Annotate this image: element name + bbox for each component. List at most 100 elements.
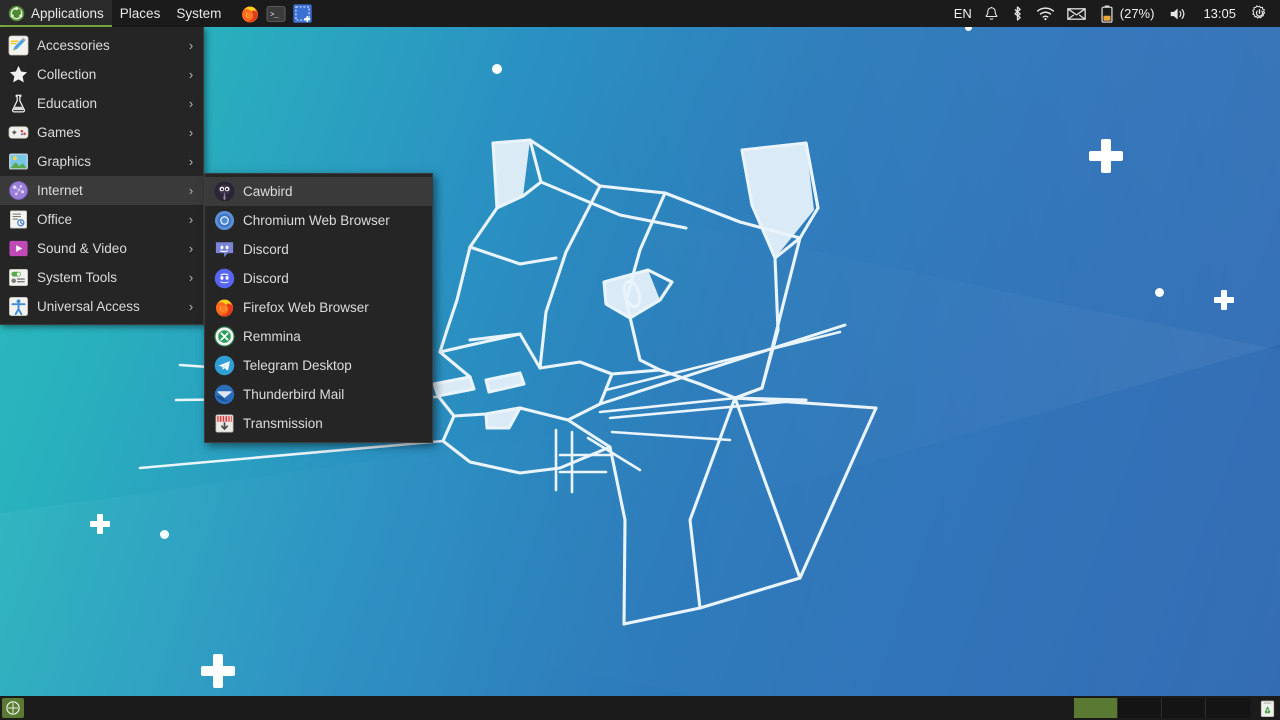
battery-percent-label: (27%) xyxy=(1119,6,1155,21)
universal-access-icon xyxy=(7,296,29,318)
terminal-launcher[interactable]: >_ xyxy=(263,0,289,27)
submenu-item-cawbird[interactable]: Cawbird xyxy=(205,177,432,206)
transmission-icon xyxy=(213,413,235,435)
menu-item-label: Education xyxy=(37,96,98,111)
volume-indicator[interactable] xyxy=(1163,0,1194,27)
telegram-icon xyxy=(213,355,235,377)
internet-globe-icon xyxy=(7,180,29,202)
battery-icon xyxy=(1101,5,1113,23)
workspace-3[interactable] xyxy=(1162,698,1206,718)
internet-submenu-panel: Cawbird Chromium Web Browser Discord Dis… xyxy=(204,173,433,443)
menu-item-games[interactable]: Games › xyxy=(0,118,203,147)
network-indicator[interactable] xyxy=(1030,0,1061,27)
collection-star-icon xyxy=(7,64,29,86)
system-menu-label: System xyxy=(176,6,222,21)
speaker-icon xyxy=(1169,6,1188,22)
trash-applet[interactable] xyxy=(1254,699,1280,718)
chevron-right-icon: › xyxy=(188,125,194,140)
applications-menu-label: Applications xyxy=(31,6,104,21)
chevron-right-icon: › xyxy=(188,212,194,227)
applications-menu-button[interactable]: Applications xyxy=(0,0,112,27)
menu-item-label: Sound & Video xyxy=(37,241,127,256)
submenu-item-label: Remmina xyxy=(243,329,301,344)
workspace-1[interactable] xyxy=(1074,698,1118,718)
submenu-item-transmission[interactable]: Transmission xyxy=(205,409,432,438)
thunderbird-icon xyxy=(213,384,235,406)
show-desktop-button[interactable] xyxy=(2,698,24,718)
discord-circle-icon xyxy=(213,268,235,290)
submenu-item-discord-square[interactable]: Discord xyxy=(205,235,432,264)
menu-item-universal-access[interactable]: Universal Access › xyxy=(0,292,203,321)
menu-item-collection[interactable]: Collection › xyxy=(0,60,203,89)
menu-item-internet[interactable]: Internet › xyxy=(0,176,203,205)
submenu-item-label: Cawbird xyxy=(243,184,293,199)
submenu-item-thunderbird-mail[interactable]: Thunderbird Mail xyxy=(205,380,432,409)
wallpaper-plus xyxy=(90,514,110,534)
notification-indicator[interactable] xyxy=(978,0,1005,27)
wallpaper-dot xyxy=(492,64,502,74)
window-list[interactable] xyxy=(24,696,1074,720)
chevron-right-icon: › xyxy=(188,183,194,198)
chevron-right-icon: › xyxy=(188,270,194,285)
menu-item-sound-and-video[interactable]: Sound & Video › xyxy=(0,234,203,263)
workspace-4[interactable] xyxy=(1206,698,1250,718)
cawbird-icon xyxy=(213,181,235,203)
clock-indicator[interactable]: 13:05 xyxy=(1194,0,1245,27)
bluetooth-indicator[interactable] xyxy=(1005,0,1030,27)
sound-video-play-icon xyxy=(7,238,29,260)
wallpaper-plus xyxy=(201,654,235,688)
menu-item-accessories[interactable]: Accessories › xyxy=(0,31,203,60)
system-tools-icon xyxy=(7,267,29,289)
menu-item-office[interactable]: Office › xyxy=(0,205,203,234)
menu-item-label: Universal Access xyxy=(37,299,140,314)
discord-square-icon xyxy=(213,239,235,261)
show-desktop-icon xyxy=(6,701,20,715)
firefox-launcher[interactable] xyxy=(237,0,263,27)
workspace-2[interactable] xyxy=(1118,698,1162,718)
keyboard-layout-label: EN xyxy=(953,6,972,21)
wifi-icon xyxy=(1036,6,1055,21)
workspace-switcher[interactable] xyxy=(1074,698,1250,718)
clock-label: 13:05 xyxy=(1203,6,1236,21)
wallpaper-plus xyxy=(1089,139,1123,173)
battery-indicator[interactable]: (27%) xyxy=(1092,0,1164,27)
wallpaper-dot xyxy=(160,530,169,539)
keyboard-layout-indicator[interactable]: EN xyxy=(948,0,978,27)
chevron-right-icon: › xyxy=(188,67,194,82)
screenshot-launcher[interactable] xyxy=(289,0,315,27)
submenu-item-label: Thunderbird Mail xyxy=(243,387,345,402)
menu-item-label: Internet xyxy=(37,183,83,198)
places-menu-button[interactable]: Places xyxy=(112,0,169,27)
ubuntu-mate-logo-icon xyxy=(8,5,25,22)
screenshot-selection-icon xyxy=(292,3,313,24)
submenu-item-label: Transmission xyxy=(243,416,323,431)
submenu-item-label: Discord xyxy=(243,271,289,286)
menu-item-label: Office xyxy=(37,212,73,227)
firefox-icon xyxy=(213,297,235,319)
menu-item-system-tools[interactable]: System Tools › xyxy=(0,263,203,292)
submenu-item-label: Discord xyxy=(243,242,289,257)
svg-text:>_: >_ xyxy=(271,11,280,19)
submenu-item-chromium-web-browser[interactable]: Chromium Web Browser xyxy=(205,206,432,235)
chromium-icon xyxy=(213,210,235,232)
power-gear-icon xyxy=(1251,5,1268,22)
menu-item-label: Collection xyxy=(37,67,97,82)
menu-item-label: Graphics xyxy=(37,154,92,169)
graphics-image-icon xyxy=(7,151,29,173)
menu-item-graphics[interactable]: Graphics › xyxy=(0,147,203,176)
submenu-item-telegram-desktop[interactable]: Telegram Desktop xyxy=(205,351,432,380)
bluetooth-icon xyxy=(1011,5,1024,22)
firefox-icon xyxy=(240,4,260,24)
terminal-icon: >_ xyxy=(266,5,286,23)
session-indicator[interactable] xyxy=(1245,0,1274,27)
office-document-icon xyxy=(7,209,29,231)
submenu-item-discord-circle[interactable]: Discord xyxy=(205,264,432,293)
mail-indicator[interactable] xyxy=(1061,0,1092,27)
submenu-item-firefox-web-browser[interactable]: Firefox Web Browser xyxy=(205,293,432,322)
menu-item-education[interactable]: Education › xyxy=(0,89,203,118)
system-menu-button[interactable]: System xyxy=(168,0,229,27)
bottom-panel xyxy=(0,696,1280,720)
accessories-icon xyxy=(7,35,29,57)
chevron-right-icon: › xyxy=(188,38,194,53)
submenu-item-remmina[interactable]: Remmina xyxy=(205,322,432,351)
